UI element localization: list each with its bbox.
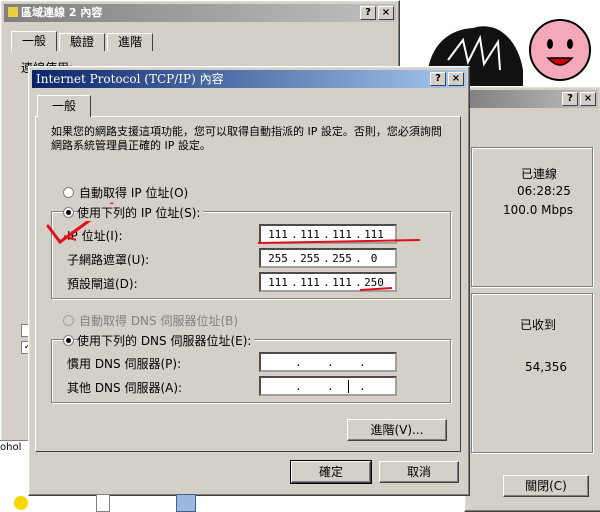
cancel-button[interactable]: 取消 xyxy=(379,461,459,483)
desktop-doc-icon[interactable] xyxy=(96,494,110,512)
ip-label: IP 位址(I): xyxy=(67,229,123,243)
gateway-label: 預設閘道(D): xyxy=(67,277,138,291)
close-button-status[interactable]: × xyxy=(580,92,596,106)
text-cursor xyxy=(348,380,349,393)
close-button-back[interactable]: × xyxy=(378,6,394,20)
close-button[interactable]: × xyxy=(448,72,464,86)
radio-manual-ip[interactable] xyxy=(63,207,74,218)
tab-general[interactable]: 一般 xyxy=(37,95,91,117)
status-close-button[interactable]: 關閉(C) xyxy=(503,475,589,497)
tab-auth-back[interactable]: 驗證 xyxy=(59,33,105,51)
help-button-status[interactable]: ? xyxy=(562,92,578,106)
radio-manual-dns[interactable] xyxy=(63,335,74,346)
received-label: 已收到 xyxy=(520,318,557,332)
preferred-dns-label: 慣用 DNS 伺服器(P): xyxy=(67,357,182,371)
speed-value: 100.0 Mbps xyxy=(503,203,574,217)
desktop-smile-icon[interactable] xyxy=(14,496,28,510)
tab-general-back[interactable]: 一般 xyxy=(11,31,57,51)
lan-properties-title: 區域連線 2 內容 xyxy=(21,6,103,19)
gateway-field[interactable]: 111. 111. 111. 250 xyxy=(259,272,397,292)
radio-auto-ip[interactable] xyxy=(63,187,74,198)
radio-manual-ip-label[interactable]: 使用下列的 IP 位址(S): xyxy=(77,204,204,221)
advanced-button[interactable]: 進階(V)... xyxy=(347,419,447,441)
description-text: 如果您的網路支援這項功能，您可以取得自動指派的 IP 設定。否則，您必須詢問網路… xyxy=(51,125,442,152)
window-icon xyxy=(8,7,18,17)
alternate-dns-field[interactable]: ... xyxy=(259,376,397,396)
taskbar-partial-label: ohol xyxy=(0,442,22,453)
desktop-window-icon[interactable] xyxy=(176,494,196,512)
received-bytes: 54,356 xyxy=(525,360,567,374)
duration-value: 06:28:25 xyxy=(517,184,571,198)
alternate-dns-label: 其他 DNS 伺服器(A): xyxy=(67,381,183,395)
status-value: 已連線 xyxy=(521,167,558,181)
tcpip-title: Internet Protocol (TCP/IP) 內容 xyxy=(36,72,224,86)
status-titlebar: ? × xyxy=(468,90,598,108)
radio-auto-ip-label[interactable]: 自動取得 IP 位址(O) xyxy=(79,184,188,201)
taskbar-strip: ohol xyxy=(0,440,28,457)
help-button[interactable]: ? xyxy=(430,72,446,86)
status-window: ? × 已連線 06:28:25 100.0 Mbps 已收到 54,356 關… xyxy=(464,86,600,512)
tcpip-titlebar: Internet Protocol (TCP/IP) 內容 ? × xyxy=(32,70,466,88)
help-button-back[interactable]: ? xyxy=(360,6,376,20)
tcpip-properties-dialog: Internet Protocol (TCP/IP) 內容 ? × 一般 如果您… xyxy=(28,66,470,496)
ip-address-field[interactable]: 111. 111. 111. 111 xyxy=(259,224,397,244)
ok-button[interactable]: 確定 xyxy=(290,460,372,484)
subnet-mask-field[interactable]: 255. 255. 255. 0 xyxy=(259,248,397,268)
radio-auto-dns[interactable] xyxy=(63,315,74,326)
radio-manual-dns-label[interactable]: 使用下列的 DNS 伺服器位址(E): xyxy=(77,332,255,349)
subnet-mask-label: 子網路遮罩(U): xyxy=(67,253,150,267)
radio-auto-dns-label[interactable]: 自動取得 DNS 伺服器位址(B) xyxy=(79,312,238,329)
lan-properties-titlebar: 區域連線 2 內容 ? × xyxy=(4,4,396,22)
tab-advanced-back[interactable]: 進階 xyxy=(107,33,153,51)
preferred-dns-field[interactable]: ... xyxy=(259,352,397,372)
